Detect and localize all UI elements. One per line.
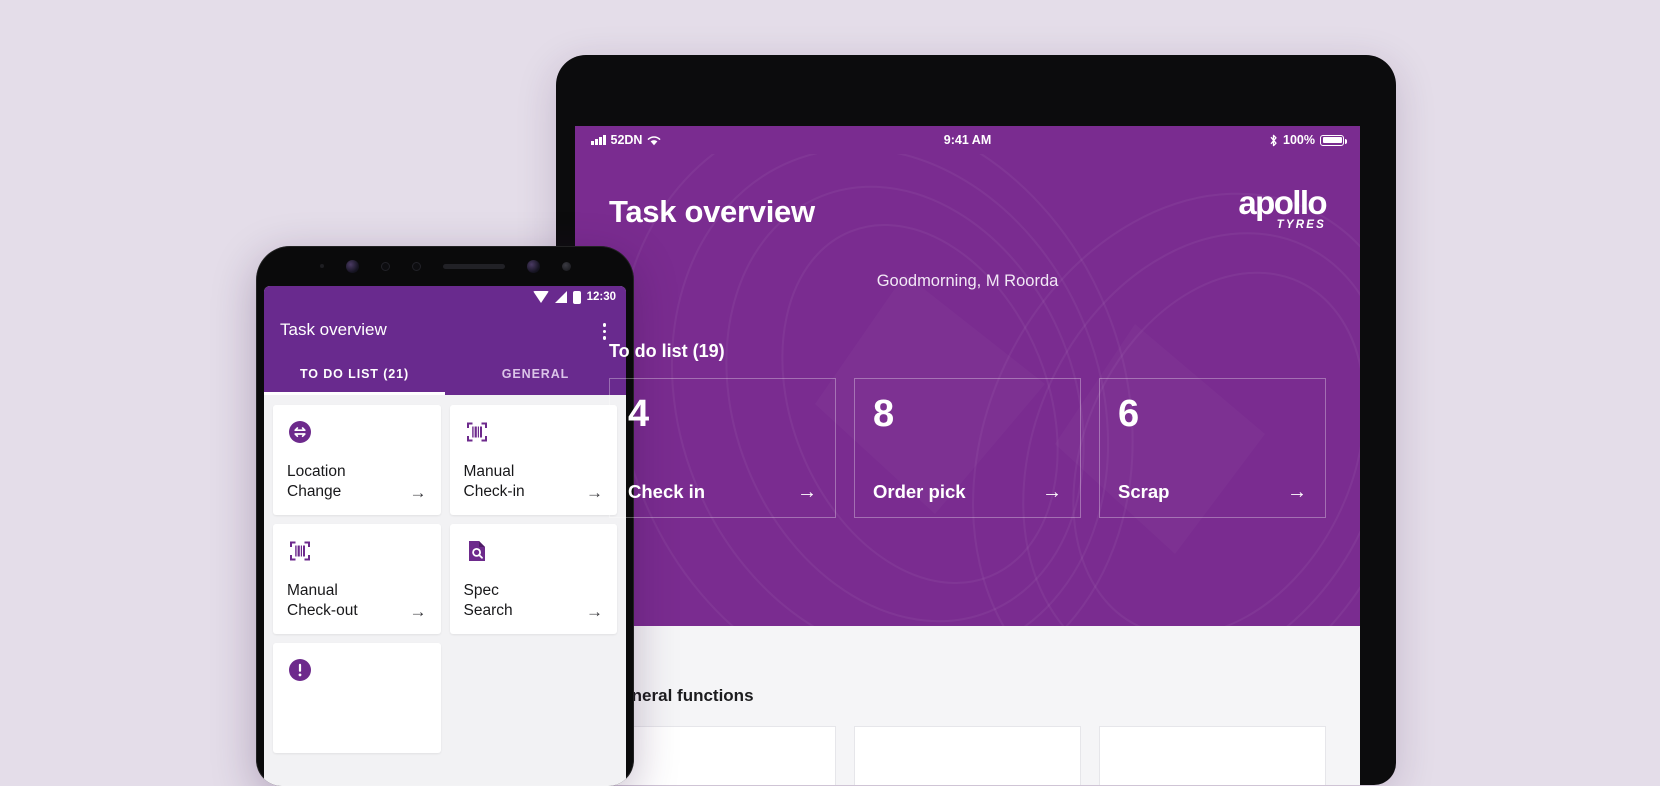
tablet-card-count: 6 [1118, 393, 1140, 435]
arrow-right-icon: → [1042, 481, 1062, 503]
arrow-right-icon: → [586, 601, 603, 621]
tablet-carrier-label: 52DN [610, 133, 643, 147]
tablet-card-label: Check in [628, 481, 706, 502]
tablet-battery-percent: 100% [1283, 133, 1315, 147]
tablet-card-check-in[interactable]: 4 Check in → [609, 378, 836, 518]
phone-card-label: Manual Check-in [463, 462, 525, 501]
tablet-general-function-cards [609, 726, 1326, 785]
tablet-hero-section: apollo TYRES Task overview Goodmorning, … [575, 154, 1360, 626]
sensor-icon [561, 261, 571, 271]
phone-status-bar: 12:30 [264, 286, 626, 308]
bluetooth-icon [1270, 134, 1277, 146]
tablet-general-functions-title: General functions [609, 686, 754, 705]
tablet-status-bar: 52DN 9:41 AM 100% [575, 126, 1360, 154]
logo-wordmark: apollo [1238, 184, 1327, 221]
tablet-card-order-pick[interactable]: 8 Order pick → [854, 378, 1081, 518]
phone-page-title: Task overview [280, 320, 387, 339]
front-camera-icon [526, 259, 540, 273]
phone-card-alert[interactable] [273, 642, 441, 753]
phone-card-manual-check-out[interactable]: Manual Check-out → [273, 523, 441, 634]
tablet-todo-section-label: To do list (19) [609, 341, 725, 361]
tablet-general-card[interactable] [854, 726, 1081, 785]
phone-card-location-change[interactable]: Location Change → [273, 404, 441, 515]
signal-triangle-icon [554, 291, 567, 303]
proximity-sensor-icon [319, 264, 324, 268]
tablet-greeting: Goodmorning, M Roorda [876, 272, 1059, 290]
tablet-card-label: Order pick [873, 481, 966, 502]
wifi-icon [532, 291, 549, 303]
phone-card-label: Location Change [287, 462, 346, 501]
tablet-card-count: 4 [628, 393, 650, 435]
earpiece-speaker-icon [442, 263, 505, 269]
logo-tagline: TYRES [1276, 219, 1326, 232]
barcode-scan-icon [290, 541, 310, 560]
arrow-right-icon: → [797, 481, 817, 503]
tablet-todo-cards: 4 Check in → 8 Order pick → 6 Scrap → [609, 378, 1326, 518]
phone-task-grid: Location Change → Manual Check-in → Manu… [264, 395, 626, 763]
tablet-card-count: 8 [873, 393, 895, 435]
arrow-right-icon: → [409, 601, 427, 621]
wifi-icon [648, 135, 661, 145]
location-change-icon [289, 420, 311, 443]
tab-label: GENERAL [501, 366, 570, 381]
tablet-clock: 9:41 AM [943, 133, 992, 147]
arrow-right-icon: → [1287, 481, 1307, 503]
signal-bars-icon [591, 135, 606, 145]
phone-card-label: Manual Check-out [287, 581, 358, 620]
phone-card-spec-search[interactable]: Spec Search → [449, 523, 617, 634]
phone-screen: 12:30 Task overview TO DO LIST (21) GENE… [264, 286, 626, 786]
tab-label: TO DO LIST (21) [299, 366, 410, 381]
phone-card-label: Spec Search [463, 581, 513, 620]
arrow-right-icon: → [409, 482, 427, 502]
tab-to-do-list[interactable]: TO DO LIST (21) [264, 353, 445, 395]
tablet-page-title: Task overview [609, 194, 815, 229]
tablet-general-card[interactable] [1099, 726, 1326, 785]
battery-full-icon [1320, 134, 1347, 146]
tablet-screen: 52DN 9:41 AM 100% apollo TYRES Task over… [575, 126, 1360, 785]
apollo-tyres-logo: apollo TYRES [1238, 184, 1327, 232]
tablet-general-card[interactable] [609, 726, 836, 785]
tablet-general-functions-section: General functions [575, 626, 1360, 785]
sensor-ring-icon [380, 261, 390, 271]
screenshot-canvas: 52DN 9:41 AM 100% apollo TYRES Task over… [0, 0, 1660, 786]
front-camera-icon [345, 259, 359, 273]
tablet-status-right: 100% [1269, 133, 1347, 147]
tablet-card-label: Scrap [1118, 481, 1170, 502]
tablet-device: 52DN 9:41 AM 100% apollo TYRES Task over… [556, 55, 1396, 785]
tablet-status-left: 52DN [591, 133, 661, 147]
sensor-ring-icon [411, 261, 421, 271]
tablet-card-scrap[interactable]: 6 Scrap → [1099, 378, 1326, 518]
barcode-scan-icon [466, 422, 487, 441]
phone-app-bar: Task overview [264, 308, 626, 353]
document-search-icon [468, 540, 485, 561]
exclamation-circle-icon [289, 658, 311, 681]
phone-tab-bar: TO DO LIST (21) GENERAL [264, 352, 626, 395]
